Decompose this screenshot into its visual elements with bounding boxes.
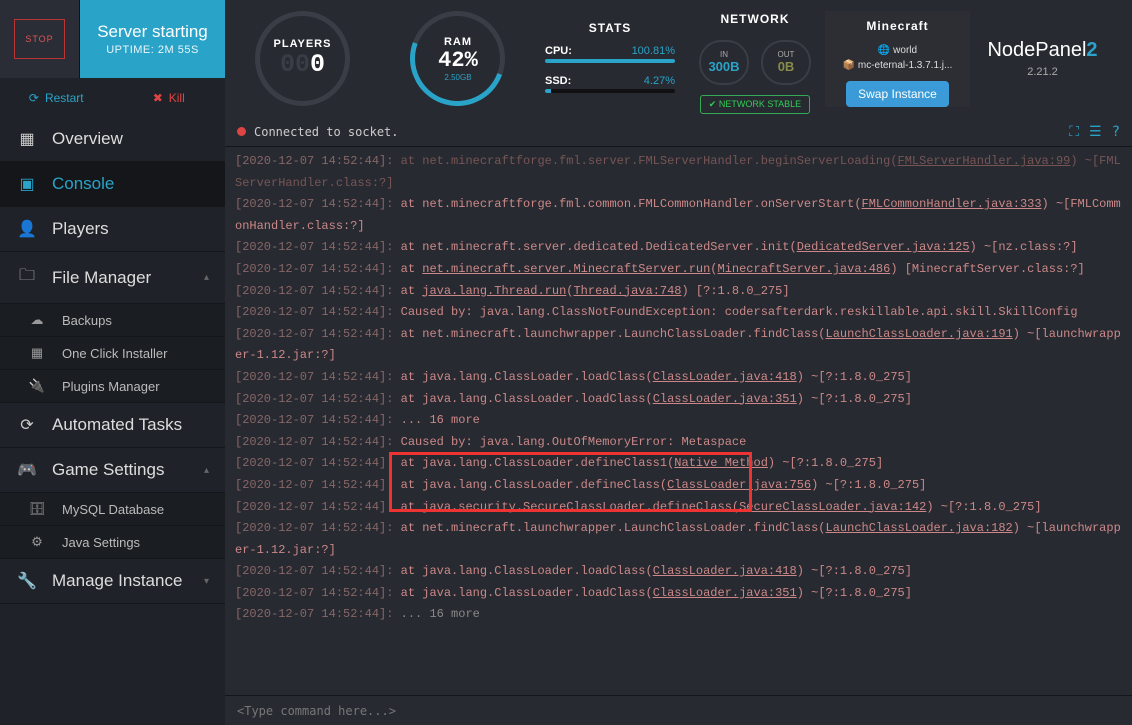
console-panel: Connected to socket. ⛶ ☰ ? [2020-12-07 1…	[225, 117, 1132, 725]
nav-manage-instance[interactable]: 🔧Manage Instance▾	[0, 559, 225, 604]
network-block: NETWORK IN 300B OUT 0B ✔ NETWORK STABLE	[685, 4, 825, 114]
status-info: Server starting UPTIME: 2M 55S	[80, 0, 225, 78]
console-input-wrapper	[225, 695, 1132, 725]
globe-icon: 🌐	[878, 45, 893, 56]
instance-title: Minecraft	[866, 19, 928, 33]
kill-button[interactable]: ✖ Kill	[113, 78, 226, 117]
gauges: PLAYERS 0 RAM 42% 2.50GB STATS CPU: 100.…	[225, 0, 1132, 117]
ssd-value: 4.27%	[644, 75, 675, 87]
stats-title: STATS	[589, 21, 632, 35]
check-icon: ✔	[709, 99, 717, 109]
gear-icon: ⚙	[26, 534, 48, 550]
nodepanel-version: 2.21.2	[1027, 66, 1058, 78]
nav-java[interactable]: ⚙Java Settings	[0, 526, 225, 559]
network-in: IN 300B	[699, 40, 749, 85]
tool-help-icon[interactable]: ?	[1112, 124, 1120, 140]
refresh-icon: ⟳	[16, 415, 38, 435]
nav-automated-tasks[interactable]: ⟳Automated Tasks	[0, 403, 225, 448]
stop-button[interactable]: STOP	[14, 19, 64, 59]
stats-block: STATS CPU: 100.81% SSD: 4.27%	[535, 13, 685, 105]
tool-columns-icon[interactable]: ⛶	[1069, 124, 1079, 140]
world-name: 🌐 world	[878, 45, 917, 56]
swap-instance-button[interactable]: Swap Instance	[846, 81, 949, 107]
grid-icon: ▦	[16, 129, 38, 149]
plug-icon: 🔌	[26, 378, 48, 394]
server-status: Server starting	[97, 22, 208, 42]
nodepanel-logo: NodePanel2 2.21.2	[970, 39, 1115, 78]
nav-file-manager[interactable]: 🗀File Manager▴	[0, 252, 225, 304]
restart-button[interactable]: ⟳ Restart	[0, 78, 113, 117]
restart-icon: ⟳	[29, 91, 39, 105]
ssd-label: SSD:	[545, 75, 571, 87]
cpu-bar	[545, 59, 675, 63]
network-out: OUT 0B	[761, 40, 811, 85]
players-gauge: PLAYERS 0	[225, 11, 380, 106]
chevron-up-icon: ▴	[204, 465, 209, 476]
chevron-down-icon: ▾	[204, 576, 209, 587]
folder-icon: 🗀	[16, 264, 38, 291]
network-title: NETWORK	[721, 12, 790, 26]
nav-mysql[interactable]: 🗄MySQL Database	[0, 493, 225, 526]
top-bar: STOP Server starting UPTIME: 2M 55S ⟳ Re…	[0, 0, 1132, 117]
nav-plugins[interactable]: 🔌Plugins Manager	[0, 370, 225, 403]
cloud-icon: ☁	[26, 312, 48, 328]
cpu-value: 100.81%	[632, 45, 675, 57]
connection-status: Connected to socket.	[254, 125, 399, 139]
sidebar: ▦Overview ▣Console 👤Players 🗀File Manage…	[0, 117, 225, 725]
console-input[interactable]	[237, 704, 1120, 718]
wrench-icon: 🔧	[16, 571, 38, 591]
console-tools: ⛶ ☰ ?	[1069, 124, 1120, 140]
nav-console[interactable]: ▣Console	[0, 162, 225, 207]
gamepad-icon: 🎮	[16, 460, 38, 480]
status-block: STOP Server starting UPTIME: 2M 55S ⟳ Re…	[0, 0, 225, 117]
server-uptime: UPTIME: 2M 55S	[106, 44, 199, 56]
grid-small-icon: ▦	[26, 345, 48, 361]
chevron-up-icon: ▴	[204, 272, 209, 283]
ram-gauge: RAM 42% 2.50GB	[380, 11, 535, 106]
cpu-label: CPU:	[545, 45, 572, 57]
nav-one-click[interactable]: ▦One Click Installer	[0, 337, 225, 370]
nav-players[interactable]: 👤Players	[0, 207, 225, 252]
instance-block: Minecraft 🌐 world 📦 mc-eternal-1.3.7.1.j…	[825, 11, 970, 107]
network-stable-badge: ✔ NETWORK STABLE	[700, 95, 810, 114]
database-icon: 🗄	[26, 501, 48, 517]
nav-overview[interactable]: ▦Overview	[0, 117, 225, 162]
tool-list-icon[interactable]: ☰	[1089, 124, 1102, 140]
nav-backups[interactable]: ☁Backups	[0, 304, 225, 337]
connection-dot-icon	[237, 127, 246, 136]
stop-container: STOP	[0, 0, 80, 78]
modpack-name: 📦 mc-eternal-1.3.7.1.j...	[843, 60, 953, 71]
package-icon: 📦	[843, 60, 858, 71]
console-output[interactable]: [2020-12-07 14:52:44]: at net.minecraftf…	[225, 147, 1132, 695]
user-icon: 👤	[16, 219, 38, 239]
ssd-bar	[545, 89, 675, 93]
kill-icon: ✖	[153, 91, 163, 105]
nav-game-settings[interactable]: 🎮Game Settings▴	[0, 448, 225, 493]
console-icon: ▣	[16, 174, 38, 194]
